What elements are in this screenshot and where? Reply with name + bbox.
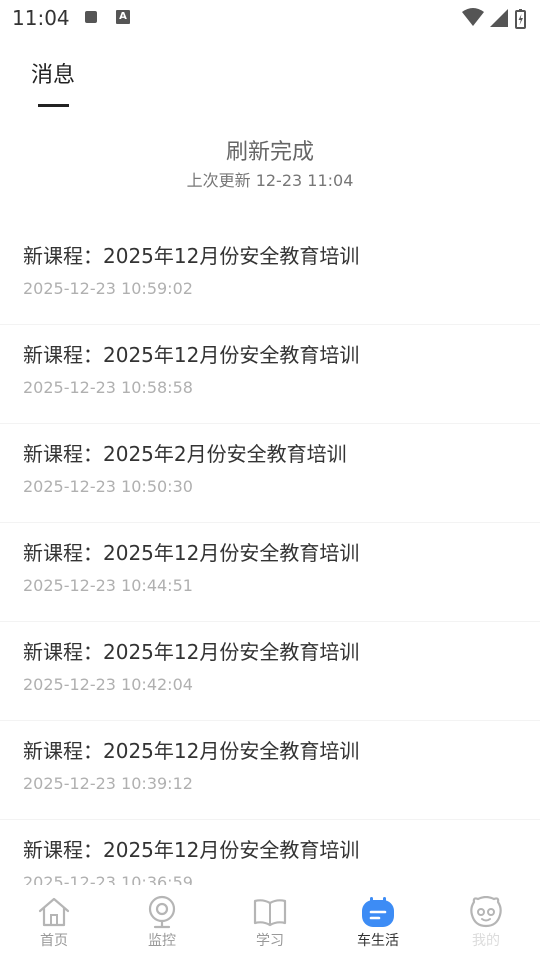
wifi-icon <box>462 8 484 26</box>
message-title: 新课程：2025年12月份安全教育培训 <box>23 739 360 763</box>
nav-item-monitor[interactable]: 监控 <box>108 885 216 960</box>
message-time: 2025-12-23 10:42:04 <box>23 675 193 694</box>
pull-refresh-indicator: 刷新完成 上次更新 12-23 11:04 <box>0 136 540 206</box>
home-icon <box>36 894 72 930</box>
message-item[interactable]: 新课程：2025年12月份安全教育培训 2025-12-23 10:59:02 <box>0 226 540 325</box>
message-title: 新课程：2025年2月份安全教育培训 <box>23 442 347 466</box>
page-title: 消息 <box>31 63 76 88</box>
status-bar: 11:04 A <box>0 0 540 36</box>
message-list[interactable]: 新课程：2025年12月份安全教育培训 2025-12-23 10:59:02 … <box>0 226 540 885</box>
message-item[interactable]: 新课程：2025年12月份安全教育培训 2025-12-23 10:44:51 <box>0 523 540 622</box>
book-icon <box>252 894 288 930</box>
nav-item-home[interactable]: 首页 <box>0 885 108 960</box>
message-item[interactable]: 新课程：2025年12月份安全教育培训 2025-12-23 10:42:04 <box>0 622 540 721</box>
page-header: 消息 <box>0 36 540 122</box>
nav-label: 监控 <box>148 933 176 949</box>
tab-indicator <box>38 104 69 107</box>
battery-icon <box>515 9 526 29</box>
cell-signal-icon <box>490 9 508 27</box>
nav-item-mine[interactable]: 我的 <box>432 885 540 960</box>
last-updated-text: 上次更新 12-23 11:04 <box>186 171 354 190</box>
message-time: 2025-12-23 10:39:12 <box>23 774 193 793</box>
message-item[interactable]: 新课程：2025年2月份安全教育培训 2025-12-23 10:50:30 <box>0 424 540 523</box>
refresh-status: 刷新完成 <box>225 140 314 165</box>
camera-icon <box>144 894 180 930</box>
nav-label: 车生活 <box>357 933 399 949</box>
nav-label: 首页 <box>40 933 68 949</box>
message-title: 新课程：2025年12月份安全教育培训 <box>23 541 360 565</box>
message-item[interactable]: 新课程：2025年12月份安全教育培训 2025-12-23 10:58:58 <box>0 325 540 424</box>
message-title: 新课程：2025年12月份安全教育培训 <box>23 838 360 862</box>
nav-label: 我的 <box>472 933 500 949</box>
message-title: 新课程：2025年12月份安全教育培训 <box>23 640 360 664</box>
nav-label: 学习 <box>256 933 284 949</box>
message-time: 2025-12-23 10:59:02 <box>23 279 193 298</box>
message-time: 2025-12-23 10:36:59 <box>23 873 193 885</box>
message-item[interactable]: 新课程：2025年12月份安全教育培训 2025-12-23 10:39:12 <box>0 721 540 820</box>
message-time: 2025-12-23 10:44:51 <box>23 576 193 595</box>
message-item[interactable]: 新课程：2025年12月份安全教育培训 2025-12-23 10:36:59 <box>0 820 540 885</box>
status-icons <box>462 7 532 33</box>
smiley-face-icon <box>468 894 504 930</box>
status-time: 11:04 <box>12 6 70 30</box>
nav-item-study[interactable]: 学习 <box>216 885 324 960</box>
message-time: 2025-12-23 10:50:30 <box>23 477 193 496</box>
a-badge-icon: A <box>116 10 130 24</box>
message-title: 新课程：2025年12月份安全教育培训 <box>23 244 360 268</box>
message-title: 新课程：2025年12月份安全教育培训 <box>23 343 360 367</box>
stop-square-icon <box>85 11 97 23</box>
bottom-nav: 首页 监控 学习 车生活 我的 <box>0 885 540 960</box>
nav-item-car-life[interactable]: 车生活 <box>324 885 432 960</box>
chat-bubble-icon <box>360 894 396 930</box>
message-time: 2025-12-23 10:58:58 <box>23 378 193 397</box>
